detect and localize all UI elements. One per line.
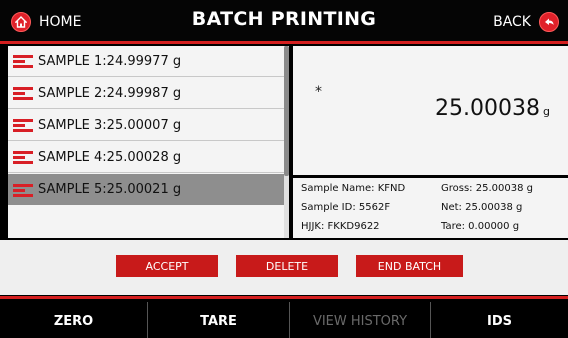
scrollbar-thumb[interactable]	[284, 46, 289, 176]
page-title: BATCH PRINTING	[191, 8, 377, 30]
sample-label: SAMPLE 2:24.99987 g	[38, 85, 182, 101]
header-bar: HOME BATCH PRINTING BACK	[0, 0, 568, 44]
weight-display: * 25.00038 g	[293, 46, 568, 175]
sample-label: SAMPLE 1:24.99977 g	[38, 53, 182, 69]
sample-item-5[interactable]: SAMPLE 5:25.00021 g	[8, 174, 284, 205]
bottom-nav: ZERO TARE VIEW HISTORY IDS	[0, 296, 568, 338]
accept-button[interactable]: ACCEPT	[116, 255, 218, 277]
sample-name: Sample Name: KFND	[301, 183, 406, 194]
sample-item-3[interactable]: SAMPLE 3:25.00007 g	[8, 110, 284, 141]
list-lines-icon	[13, 183, 33, 197]
sample-label: SAMPLE 3:25.00007 g	[38, 117, 182, 133]
weight-unit: g	[542, 105, 550, 118]
back-button[interactable]: BACK	[493, 10, 559, 34]
sample-id: Sample ID: 5562F	[301, 202, 391, 213]
list-lines-icon	[13, 86, 33, 100]
action-bar: ACCEPT DELETE END BATCH	[0, 240, 568, 295]
sample-label: SAMPLE 5:25.00021 g	[38, 182, 182, 197]
sample-item-4[interactable]: SAMPLE 4:25.00028 g	[8, 142, 284, 173]
sample-details: Sample Name: KFND Sample ID: 5562F HJJK:…	[293, 178, 568, 238]
home-button[interactable]: HOME	[11, 10, 81, 34]
tare-value: Tare: 0.00000 g	[441, 221, 520, 232]
sample-label: SAMPLE 4:25.00028 g	[38, 149, 182, 165]
sample-item-1[interactable]: SAMPLE 1:24.99977 g	[8, 46, 284, 77]
ids-button[interactable]: IDS	[431, 302, 568, 338]
home-icon	[11, 12, 31, 32]
sample-item-2[interactable]: SAMPLE 2:24.99987 g	[8, 78, 284, 109]
list-scrollbar[interactable]	[284, 46, 289, 238]
hjjk-value: HJJK: FKKD9622	[301, 221, 380, 232]
end-batch-button[interactable]: END BATCH	[356, 255, 463, 277]
tare-button[interactable]: TARE	[148, 302, 289, 338]
weight-readout: 25.00038 g	[435, 96, 550, 121]
gross-value: Gross: 25.00038 g	[441, 183, 533, 194]
stability-indicator: *	[315, 84, 322, 100]
list-lines-icon	[13, 54, 33, 68]
home-label: HOME	[39, 14, 82, 30]
net-value: Net: 25.00038 g	[441, 202, 523, 213]
back-arrow-icon	[539, 12, 559, 32]
list-lines-icon	[13, 118, 33, 132]
sample-list: SAMPLE 1:24.99977 g SAMPLE 2:24.99987 g …	[8, 46, 289, 238]
zero-button[interactable]: ZERO	[0, 302, 147, 338]
back-label: BACK	[493, 14, 531, 30]
weight-value: 25.00038	[435, 96, 540, 121]
delete-button[interactable]: DELETE	[236, 255, 338, 277]
list-lines-icon	[13, 150, 33, 164]
view-history-button[interactable]: VIEW HISTORY	[290, 302, 430, 338]
